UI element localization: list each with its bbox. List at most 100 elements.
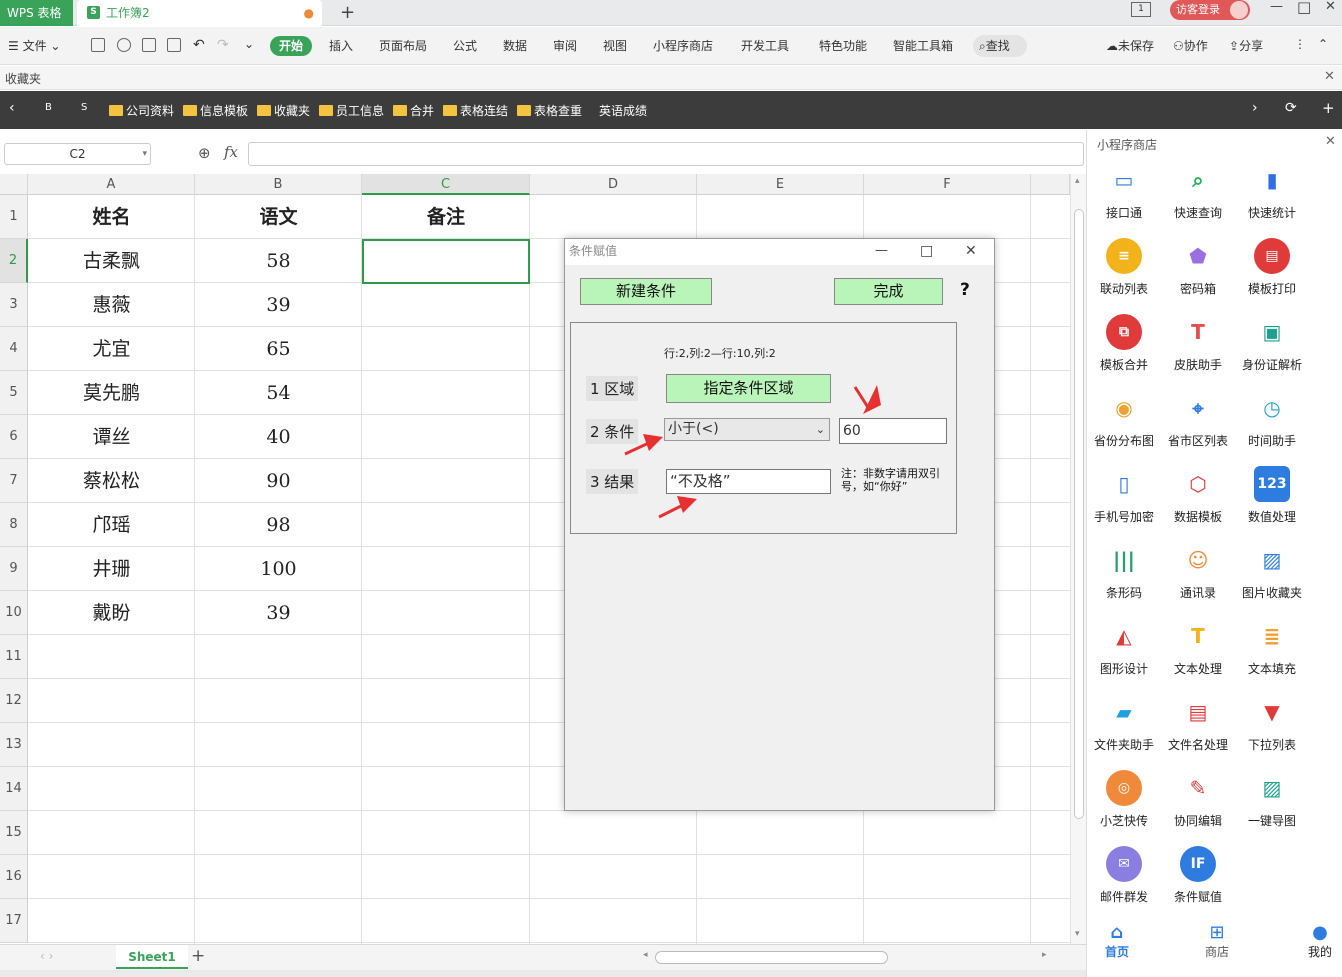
app-files[interactable]: ▤ 文件名处理 (1161, 694, 1235, 753)
row-header[interactable]: 10 (0, 591, 28, 635)
close-panel-icon[interactable]: ✕ (1325, 134, 1336, 149)
redo-icon[interactable]: ↷ (217, 37, 229, 53)
column-header-a[interactable]: A (28, 174, 195, 195)
row-header[interactable]: 5 (0, 371, 28, 415)
row-header[interactable]: 3 (0, 283, 28, 327)
table-cell[interactable]: 98 (195, 503, 362, 547)
scroll-up-icon[interactable]: ▴ (1075, 176, 1080, 186)
select-all-corner[interactable] (0, 174, 28, 195)
table-cell[interactable]: 39 (195, 283, 362, 327)
more-options-icon[interactable]: ⋮ (1294, 37, 1306, 51)
app-image-export[interactable]: ▨ 一键导图 (1235, 770, 1309, 829)
function-icon[interactable]: fx (224, 143, 238, 161)
fav-folder-staff[interactable]: 员工信息 (319, 102, 384, 119)
table-cell[interactable]: 戴盼 (28, 591, 195, 635)
row-header[interactable]: 15 (0, 811, 28, 855)
table-cell[interactable]: 井珊 (28, 547, 195, 591)
scroll-right-icon[interactable]: ▸ (1042, 950, 1047, 960)
fav-item-b[interactable]: B (45, 102, 52, 113)
table-cell[interactable]: 惠薇 (28, 283, 195, 327)
header-cell[interactable]: 姓名 (28, 195, 195, 239)
fav-folder-templates[interactable]: 信息模板 (183, 102, 248, 119)
column-header-f[interactable]: F (864, 174, 1031, 195)
tab-view[interactable]: 视图 (603, 37, 627, 54)
row-header[interactable]: 4 (0, 327, 28, 371)
table-cell[interactable]: 58 (195, 239, 362, 283)
formula-input[interactable] (248, 142, 1084, 166)
tab-developer[interactable]: 开发工具 (741, 37, 789, 54)
app-map-china[interactable]: ◉ 省份分布图 (1087, 390, 1161, 449)
app-dropdown-triangle[interactable]: ▼ 下拉列表 (1235, 694, 1309, 753)
app-bar-chart[interactable]: ▮ 快速统计 (1235, 162, 1309, 221)
row-header[interactable]: 8 (0, 503, 28, 547)
nav-mine[interactable]: ● 我的 (1297, 922, 1342, 960)
fav-folder-links[interactable]: 表格连结 (443, 102, 508, 119)
vertical-scroll-thumb[interactable] (1074, 209, 1084, 819)
add-sheet-button[interactable]: + (191, 946, 205, 966)
scroll-left-icon[interactable]: ◂ (643, 950, 648, 960)
undo-icon[interactable]: ↶ (193, 37, 205, 53)
app-printer[interactable]: ▤ 模板打印 (1235, 238, 1309, 297)
app-list[interactable]: ≡ 联动列表 (1087, 238, 1161, 297)
row-header[interactable]: 17 (0, 899, 28, 943)
sheet-nav-icon[interactable]: ‹ › (40, 949, 53, 963)
app-co-edit[interactable]: ✎ 协同编辑 (1161, 770, 1235, 829)
tab-features[interactable]: 特色功能 (819, 37, 867, 54)
row-header[interactable]: 7 (0, 459, 28, 503)
app-barcode[interactable]: ||| 条形码 (1087, 542, 1161, 601)
vertical-scrollbar[interactable]: ▴ ▾ (1070, 174, 1086, 944)
tab-data[interactable]: 数据 (503, 37, 527, 54)
app-tshirt[interactable]: T 皮肤助手 (1161, 314, 1235, 373)
minimize-button[interactable]: — (1270, 0, 1283, 14)
print-preview-icon[interactable] (167, 38, 181, 52)
tab-review[interactable]: 审阅 (553, 37, 577, 54)
table-cell[interactable]: 90 (195, 459, 362, 503)
share-button[interactable]: ⇪分享 (1229, 37, 1263, 54)
scroll-right-icon[interactable]: › (1252, 100, 1258, 116)
app-tab[interactable]: WPS 表格 (0, 0, 73, 26)
more-arrow-icon[interactable]: ⌄ (244, 37, 254, 51)
fav-folder-duplicate[interactable]: 表格查重 (517, 102, 582, 119)
fav-folder-company[interactable]: 公司资料 (109, 102, 174, 119)
close-favorites-icon[interactable]: ✕ (1324, 69, 1335, 84)
tab-mini-app-store[interactable]: 小程序商店 (653, 37, 713, 54)
row-header[interactable]: 1 (0, 195, 28, 239)
table-cell[interactable]: 蔡松松 (28, 459, 195, 503)
save-icon[interactable] (91, 38, 105, 52)
tab-smart-toolbox[interactable]: 智能工具箱 (893, 37, 953, 54)
tab-start[interactable]: 开始 (270, 36, 312, 56)
fav-item-s[interactable]: S (81, 102, 87, 113)
app-broadcast[interactable]: ◎ 小芝快传 (1087, 770, 1161, 829)
close-window-button[interactable]: ✕ (1325, 0, 1336, 14)
fav-folder-favorites[interactable]: 收藏夹 (257, 102, 310, 119)
row-header[interactable]: 14 (0, 767, 28, 811)
new-tab-button[interactable]: + (340, 2, 355, 23)
window-layout-icon[interactable]: 1 (1131, 2, 1151, 17)
app-if[interactable]: IF 条件赋值 (1161, 846, 1235, 905)
table-cell[interactable]: 尤宜 (28, 327, 195, 371)
nav-store[interactable]: ⊞ 商店 (1187, 922, 1247, 960)
app-shapes[interactable]: ◭ 图形设计 (1087, 618, 1161, 677)
table-cell[interactable]: 谭丝 (28, 415, 195, 459)
zoom-icon[interactable]: ⊕ (198, 144, 211, 162)
sheet-tab-sheet1[interactable]: Sheet1 (116, 945, 188, 969)
table-cell[interactable]: 100 (195, 547, 362, 591)
app-clock[interactable]: ◷ 时间助手 (1235, 390, 1309, 449)
tab-insert[interactable]: 插入 (329, 37, 353, 54)
header-cell[interactable]: 语文 (195, 195, 362, 239)
collaborate-button[interactable]: ⚇协作 (1173, 37, 1208, 54)
collapse-ribbon-icon[interactable]: ⌃ (1318, 37, 1328, 51)
app-document[interactable]: ≣ 文本填充 (1235, 618, 1309, 677)
app-text-t[interactable]: T 文本处理 (1161, 618, 1235, 677)
app-id-card[interactable]: ▣ 身份证解析 (1235, 314, 1309, 373)
column-header-b[interactable]: B (195, 174, 362, 195)
column-header-g[interactable] (1031, 174, 1070, 195)
horizontal-scroll-thumb[interactable] (655, 951, 888, 964)
app-monitor[interactable]: ▭ 接口通 (1087, 162, 1161, 221)
nav-home[interactable]: ⌂ 首页 (1087, 922, 1147, 960)
row-header[interactable]: 11 (0, 635, 28, 679)
app-magnifier[interactable]: ⌕ 快速查询 (1161, 162, 1235, 221)
table-cell[interactable]: 39 (195, 591, 362, 635)
table-cell[interactable]: 65 (195, 327, 362, 371)
row-header[interactable]: 2 (0, 239, 28, 283)
